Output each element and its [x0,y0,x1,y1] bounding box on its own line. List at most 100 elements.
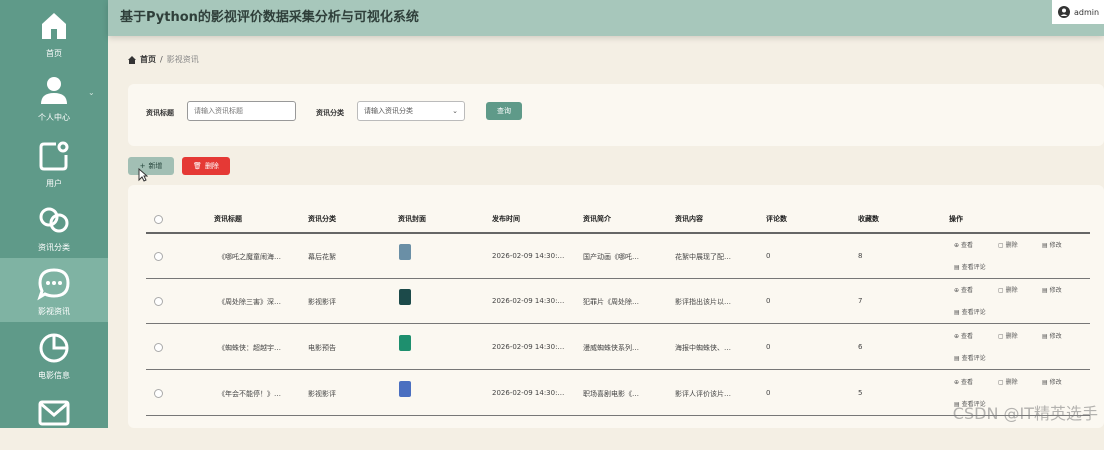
user-menu[interactable]: admin [1052,0,1104,24]
row-comments: 0 [766,389,771,397]
user-icon [41,77,67,104]
sidebar-item-news[interactable]: 影视资讯 [0,258,108,322]
edit-icon [39,141,69,171]
row-cover-image [399,335,411,351]
table-row[interactable]: 《年会不能停！》… 影视影评 2026-02-09 14:30:… 职场喜剧电影… [146,371,1090,416]
delete-button[interactable]: ▢ 删除 [998,285,1018,294]
column-header[interactable]: 资讯标题 [214,214,242,224]
row-intro: 国产动画《哪吒… [583,253,639,261]
delete-button[interactable]: ▢ 删除 [998,377,1018,386]
row-category: 影视影评 [308,390,336,398]
edit-label: 修改 [1049,379,1062,386]
add-button[interactable]: + 新增 [128,157,174,175]
view-button[interactable]: ⊕ 查看 [954,285,973,294]
title-search-input[interactable] [187,101,296,121]
column-header[interactable]: 资讯内容 [675,214,703,224]
table-row[interactable]: 《哪吒之魔童闹海… 幕后花絮 2026-02-09 14:30:… 国产动画《哪… [146,234,1090,279]
delete-label: 删除 [1005,287,1018,294]
column-header: 操作 [949,215,963,223]
edit-label: 修改 [1049,333,1062,340]
row-checkbox[interactable] [154,252,163,261]
trash-icon: 🗑 [193,162,202,170]
breadcrumb: 首页 / 影视资讯 [128,54,199,65]
view-button[interactable]: ⊕ 查看 [954,240,973,249]
batch-delete-button[interactable]: 🗑 删除 [182,157,230,175]
row-cover-image [399,244,411,260]
row-favorites: 7 [858,297,863,305]
table-row[interactable]: 《周处除三害》深… 影视影评 2026-02-09 14:30:… 犯罪片《周处… [146,279,1090,324]
add-button-label: 新增 [148,162,163,170]
edit-button[interactable]: ▤ 修改 [1042,331,1062,340]
edit-label: 修改 [1049,242,1062,249]
sidebar-item-category[interactable]: 资讯分类 [0,194,108,258]
review-label: 查看评论 [961,355,986,362]
row-checkbox[interactable] [154,297,163,306]
edit-label: 修改 [1049,287,1062,294]
delete-button[interactable]: ▢ 删除 [998,240,1018,249]
chevron-down-icon: ⌄ [88,88,95,97]
column-header[interactable]: 收藏数 [858,214,879,224]
home-icon [128,55,136,64]
row-favorites: 8 [858,252,863,260]
view-label: 查看 [960,333,973,340]
view-button[interactable]: ⊕ 查看 [954,331,973,340]
row-time: 2026-02-09 14:30:… [492,389,565,397]
row-checkbox[interactable] [154,389,163,398]
edit-button[interactable]: ▤ 修改 [1042,240,1062,249]
column-header[interactable]: 资讯封面 [398,214,426,224]
search-button[interactable]: 查询 [486,102,522,120]
row-title: 《蜘蛛侠：超越宇… [218,344,281,352]
column-header[interactable]: 资讯简介 [583,214,611,224]
row-comments: 0 [766,343,771,351]
row-time: 2026-02-09 14:30:… [492,343,565,351]
row-content: 花絮中展现了配… [675,253,731,261]
row-title: 《周处除三害》深… [218,298,281,306]
delete-button[interactable]: ▢ 删除 [998,331,1018,340]
delete-button-label: 删除 [204,162,219,170]
pie-chart-icon [39,333,69,363]
edit-button[interactable]: ▤ 修改 [1042,377,1062,386]
sidebar-item-home[interactable]: 首页 [0,0,108,64]
breadcrumb-current: 影视资讯 [166,55,199,64]
row-category: 电影预告 [308,344,336,352]
view-label: 查看 [960,287,973,294]
sidebar-item-label: 电影信息 [38,371,70,380]
column-header[interactable]: 发布时间 [492,214,520,224]
row-checkbox[interactable] [154,343,163,352]
row-intro: 漫威蜘蛛侠系列… [583,344,639,352]
header: 基于Python的影视评价数据采集分析与可视化系统 admin [108,0,1104,36]
edit-button[interactable]: ▤ 修改 [1042,285,1062,294]
column-header[interactable]: 资讯分类 [308,214,336,224]
row-intro: 职场喜剧电影《… [583,390,639,398]
view-comments-button[interactable]: ▤ 查看评论 [954,307,986,316]
sidebar-item-label: 个人中心 [38,113,70,122]
sidebar-item-movies[interactable]: 电影信息 [0,322,108,386]
row-time: 2026-02-09 14:30:… [492,297,565,305]
row-title: 《年会不能停！》… [218,390,281,398]
row-favorites: 5 [858,389,863,397]
row-cover-image [399,289,411,305]
delete-label: 删除 [1005,333,1018,340]
row-comments: 0 [766,297,771,305]
view-comments-button[interactable]: ▤ 查看评论 [954,262,986,271]
view-comments-button[interactable]: ▤ 查看评论 [954,353,986,362]
table-header: 资讯标题 资讯分类 资讯封面 发布时间 资讯简介 资讯内容 评论数 收藏数 操作 [146,206,1090,234]
row-favorites: 6 [858,343,863,351]
row-time: 2026-02-09 14:30:… [492,252,565,260]
sidebar-item-label: 影视资讯 [38,307,70,316]
sidebar-item-label: 首页 [46,49,62,58]
review-label: 查看评论 [961,264,986,271]
category-select-placeholder: 请输入资讯分类 [364,107,413,115]
sidebar: 首页 个人中心 ⌄ 用户 资讯分类 影视资讯 电影信息 [0,0,108,428]
review-label: 查看评论 [961,309,986,316]
view-button[interactable]: ⊕ 查看 [954,377,973,386]
category-filter-label: 资讯分类 [316,109,344,117]
column-header[interactable]: 评论数 [766,214,787,224]
table-row[interactable]: 《蜘蛛侠：超越宇… 电影预告 2026-02-09 14:30:… 漫威蜘蛛侠系… [146,325,1090,370]
row-cover-image [399,381,411,397]
select-all-checkbox[interactable] [154,215,163,224]
sidebar-item-messages[interactable] [0,386,108,450]
sidebar-item-user[interactable]: 用户 [0,130,108,194]
category-select[interactable]: 请输入资讯分类 ⌄ [357,101,465,121]
breadcrumb-home[interactable]: 首页 [140,54,156,65]
